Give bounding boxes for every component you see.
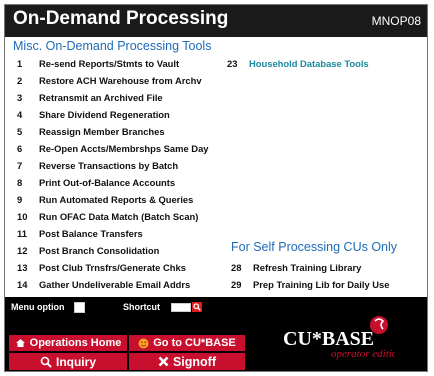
- menu-item-1[interactable]: 1 Re-send Reports/Stmts to Vault: [17, 55, 179, 71]
- menu-item-number: 3: [17, 91, 23, 103]
- menu-item-6[interactable]: 6 Re-Open Accts/Membrshps Same Day: [17, 140, 209, 156]
- section-heading-misc: Misc. On-Demand Processing Tools: [13, 39, 212, 53]
- home-icon: [15, 339, 25, 347]
- menu-item-12[interactable]: 12 Post Branch Consolidation: [17, 242, 159, 258]
- menu-item-label: Prep Training Lib for Daily Use: [253, 278, 390, 290]
- menu-item-10[interactable]: 10 Run OFAC Data Match (Batch Scan): [17, 208, 198, 224]
- logo-graphic: CU*BASE operator edition: [283, 316, 403, 360]
- shortcut-label: Shortcut: [123, 302, 160, 312]
- menu-item-number: 5: [17, 125, 23, 137]
- menu-item-5[interactable]: 5 Reassign Member Branches: [17, 123, 165, 139]
- menu-item-3[interactable]: 3 Retransmit an Archived File: [17, 89, 163, 105]
- menu-item-number: 4: [17, 108, 23, 120]
- search-icon: [193, 303, 201, 311]
- footer-bar: Menu option Shortcut Operations Home Go …: [5, 297, 427, 371]
- menu-option-label: Menu option: [11, 302, 65, 312]
- menu-item-label: Retransmit an Archived File: [39, 91, 163, 103]
- menu-item-9[interactable]: 9 Run Automated Reports & Queries: [17, 191, 193, 207]
- menu-item-14[interactable]: 14 Gather Undeliverable Email Addrs: [17, 276, 190, 292]
- menu-item-number: 2: [17, 74, 23, 86]
- menu-item-label: Refresh Training Library: [253, 261, 362, 273]
- menu-item-label: Reverse Transactions by Batch: [39, 159, 179, 171]
- menu-item-number: 10: [17, 210, 28, 222]
- menu-item-13[interactable]: 13 Post Club Trnsfrs/Generate Chks: [17, 259, 186, 275]
- menu-item-number: 29: [231, 278, 242, 290]
- menu-item-label: Reassign Member Branches: [39, 125, 165, 137]
- shortcut-input[interactable]: [171, 303, 191, 312]
- section-heading-self-processing: For Self Processing CUs Only: [231, 240, 398, 254]
- menu-item-number: 6: [17, 142, 23, 154]
- menu-item-label: Re-send Reports/Stmts to Vault: [39, 57, 180, 69]
- menu-item-label: Post Balance Transfers: [39, 227, 143, 239]
- menu-item-number: 28: [231, 261, 242, 273]
- svg-text:CU*BASE: CU*BASE: [283, 328, 374, 350]
- menu-option-input[interactable]: [74, 302, 85, 313]
- menu-item-label: Gather Undeliverable Email Addrs: [39, 278, 191, 290]
- smiley-icon: [138, 338, 149, 348]
- go-to-cubase-button[interactable]: Go to CU*BASE: [129, 335, 245, 351]
- page-title: On-Demand Processing: [13, 8, 229, 29]
- title-bar: On-Demand Processing MNOP08: [5, 5, 427, 37]
- menu-item-number: 8: [17, 176, 23, 188]
- menu-item-label: Post Branch Consolidation: [39, 244, 160, 256]
- menu-item-8[interactable]: 8 Print Out-of-Balance Accounts: [17, 174, 175, 190]
- menu-item-label: Household Database Tools: [249, 57, 369, 69]
- signoff-button[interactable]: Signoff: [129, 353, 245, 370]
- menu-item-label: Print Out-of-Balance Accounts: [39, 176, 176, 188]
- menu-item-number: 13: [17, 261, 28, 273]
- menu-item-number: 9: [17, 193, 23, 205]
- operations-home-button[interactable]: Operations Home: [9, 335, 127, 351]
- menu-item-number: 23: [227, 57, 238, 69]
- menu-item-number: 14: [17, 278, 28, 290]
- menu-item-23[interactable]: 23 Household Database Tools: [227, 55, 369, 71]
- menu-item-number: 12: [17, 244, 28, 256]
- inquiry-button[interactable]: Inquiry: [9, 353, 127, 370]
- menu-item-28[interactable]: 28 Refresh Training Library: [231, 259, 361, 275]
- cubase-logo: CU*BASE operator edition: [275, 315, 403, 363]
- menu-item-2[interactable]: 2 Restore ACH Warehouse from Archv: [17, 72, 202, 88]
- menu-item-7[interactable]: 7 Reverse Transactions by Batch: [17, 157, 178, 173]
- menu-item-label: Share Dividend Regeneration: [39, 108, 170, 120]
- menu-item-label: Run Automated Reports & Queries: [39, 193, 194, 205]
- magnifier-icon: [40, 356, 52, 368]
- menu-item-4[interactable]: 4 Share Dividend Regeneration: [17, 106, 170, 122]
- operations-home-label: Operations Home: [29, 337, 122, 349]
- menu-item-label: Restore ACH Warehouse from Archv: [39, 74, 202, 86]
- inquiry-label: Inquiry: [55, 354, 96, 369]
- shortcut-search-button[interactable]: [192, 302, 202, 312]
- menu-item-number: 1: [17, 57, 23, 69]
- menu-item-label: Post Club Trnsfrs/Generate Chks: [39, 261, 186, 273]
- go-to-cubase-label: Go to CU*BASE: [153, 337, 236, 349]
- svg-text:operator edition: operator edition: [331, 348, 395, 360]
- x-icon: [158, 356, 169, 367]
- screen-id: MNOP08: [371, 14, 421, 28]
- menu-item-number: 7: [17, 159, 23, 171]
- app-window: On-Demand Processing MNOP08 Misc. On-Dem…: [4, 4, 428, 372]
- menu-item-label: Run OFAC Data Match (Batch Scan): [39, 210, 199, 222]
- menu-item-29[interactable]: 29 Prep Training Lib for Daily Use: [231, 276, 390, 292]
- menu-item-label: Re-Open Accts/Membrshps Same Day: [39, 142, 209, 154]
- menu-item-number: 11: [17, 227, 27, 239]
- menu-item-11[interactable]: 11 Post Balance Transfers: [17, 225, 143, 241]
- signoff-label: Signoff: [172, 354, 217, 369]
